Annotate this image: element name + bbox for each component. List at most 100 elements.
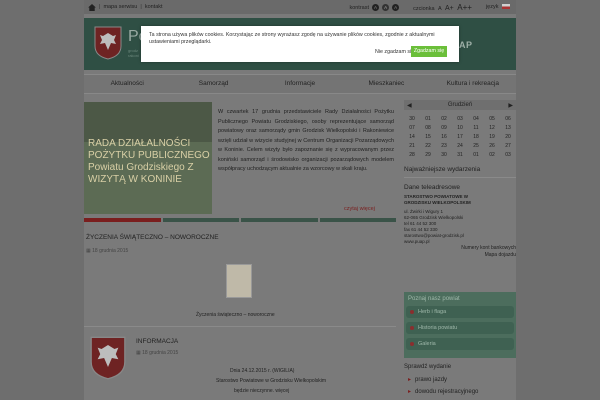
read-more-link[interactable]: czytaj więcej (344, 206, 375, 212)
calendar-day[interactable]: 08 (420, 125, 436, 131)
calendar-day[interactable]: 30 (436, 152, 452, 158)
check-item-registration[interactable]: dowodu rejestracyjnego (408, 388, 478, 395)
main-nav: Aktualności Samorząd Informacje Mieszkan… (84, 74, 516, 94)
calendar-day[interactable]: 23 (436, 143, 452, 149)
header-subtitle: grodz rakoni (128, 48, 139, 58)
calendar-grid: 30 01 02 03 04 05 06 07 08 09 10 11 12 13 14 15 16 17 18 19… (404, 116, 516, 158)
calendar-day[interactable]: 11 (468, 125, 484, 131)
directions-link[interactable]: Mapa dojazdu (404, 252, 516, 259)
calendar-day[interactable]: 15 (420, 134, 436, 140)
font-size-group: czcionka A A+ A++ (413, 2, 472, 12)
calendar-day[interactable]: 01 (420, 116, 436, 122)
calendar-day[interactable]: 25 (468, 143, 484, 149)
bank-accounts-link[interactable]: Numery kont bankowych (404, 245, 516, 252)
slide-caption: RADA DZIAŁALNOŚCI POŻYTKU PUBLICZNEGO Po… (88, 138, 210, 185)
nav-kultura[interactable]: Kultura i rekreacja (430, 75, 516, 93)
news-line[interactable]: będzie nieczynne. więcej (234, 388, 289, 394)
news-title[interactable]: ŻYCZENIA ŚWIĄTECZNO – NOWOROCZNE (84, 234, 219, 241)
font-large-button[interactable]: A++ (457, 3, 472, 12)
calendar-day[interactable]: 07 (404, 125, 420, 131)
latest-events-heading[interactable]: Najważniejsze wydarzenia (404, 166, 516, 173)
cookie-accept-button[interactable]: Zgadzam się (411, 46, 447, 57)
contact-link[interactable]: kontakt (145, 4, 163, 10)
calendar-day[interactable]: 14 (404, 134, 420, 140)
calendar-day[interactable]: 04 (468, 116, 484, 122)
calendar-day[interactable]: 20 (500, 134, 516, 140)
slide-image[interactable]: RADA DZIAŁALNOŚCI POŻYTKU PUBLICZNEGO Po… (84, 102, 212, 214)
contact-heading: Dane teleadresowe (404, 184, 461, 191)
slide-text: W czwartek 17 grudnia przedstawiciele Ra… (218, 109, 394, 172)
nav-aktualnosci[interactable]: Aktualności (84, 75, 170, 93)
calendar-day[interactable]: 12 (484, 125, 500, 131)
news-thumbnail[interactable] (226, 264, 252, 298)
news-line: Starostwo Powiatowe w Grodzisku Wielkopo… (216, 378, 327, 384)
calendar-day[interactable]: 02 (436, 116, 452, 122)
coat-of-arms-icon[interactable] (94, 26, 122, 60)
calendar-day[interactable]: 13 (500, 125, 516, 131)
know-item-history[interactable]: Historia powiatu (406, 322, 514, 334)
calendar-day[interactable]: 17 (452, 134, 468, 140)
home-icon[interactable] (88, 3, 96, 11)
calendar-day[interactable]: 03 (500, 152, 516, 158)
calendar-day[interactable]: 26 (484, 143, 500, 149)
coat-of-arms-icon[interactable] (88, 336, 128, 380)
calendar-day[interactable]: 06 (500, 116, 516, 122)
know-item-gallery[interactable]: Galeria (406, 338, 514, 350)
calendar-day[interactable]: 24 (452, 143, 468, 149)
accessibility-controls: kontrast A A A czcionka A A+ A++ język (349, 3, 510, 12)
news-date: ▦ 18 grudnia 2015 (86, 248, 129, 254)
nav-mieszkaniec[interactable]: Mieszkaniec (343, 75, 429, 93)
right-sidebar: ◀ Grudzień ▶ 30 01 02 03 04 05 06 07 08 09 10 11 12 1… (404, 100, 516, 395)
calendar-day[interactable]: 05 (484, 116, 500, 122)
cookie-message: Ta strona używa plików cookies. Korzysta… (149, 32, 435, 45)
know-county-box: Poznaj nasz powiat Herb i flaga Historia… (404, 292, 516, 358)
check-item-license[interactable]: prawo jazdy (408, 376, 447, 383)
cookie-decline-link[interactable]: Nie zgadzam się (375, 49, 414, 55)
slider-dot[interactable] (319, 218, 396, 222)
nav-samorzad[interactable]: Samorząd (170, 75, 256, 93)
divider (84, 326, 396, 327)
language-group: język (486, 4, 510, 10)
calendar-day[interactable]: 10 (452, 125, 468, 131)
slider-dot[interactable] (84, 218, 161, 222)
calendar-day[interactable]: 03 (452, 116, 468, 122)
news-slider: RADA DZIAŁALNOŚCI POŻYTKU PUBLICZNEGO Po… (84, 102, 396, 214)
calendar-day[interactable]: 19 (484, 134, 500, 140)
news-date: ▦ 18 grudnia 2015 (136, 350, 179, 356)
slider-dot[interactable] (241, 218, 318, 222)
cookie-consent-dialog: Ta strona używa plików cookies. Korzysta… (141, 26, 459, 62)
calendar-prev-button[interactable]: ◀ (407, 102, 412, 109)
calendar-day[interactable]: 21 (404, 143, 420, 149)
contrast-button-3[interactable]: A (392, 3, 400, 11)
calendar-day[interactable]: 28 (404, 152, 420, 158)
news-caption: Życzenia świąteczno – noworoczne (196, 312, 275, 318)
calendar-day[interactable]: 09 (436, 125, 452, 131)
calendar-day[interactable]: 16 (436, 134, 452, 140)
know-item-coat[interactable]: Herb i flaga (406, 306, 514, 318)
calendar-header: ◀ Grudzień ▶ (404, 100, 516, 110)
top-utility-bar: | mapa serwisu | kontakt kontrast A A A … (84, 0, 516, 14)
news-line: Dnia 24.12.2015 r. (WIGILIA) (230, 368, 295, 374)
calendar-day[interactable]: 31 (452, 152, 468, 158)
news-title[interactable]: INFORMACJA (134, 338, 178, 345)
font-medium-button[interactable]: A+ (445, 5, 454, 12)
contact-address: STAROSTWO POWIATOWE W GRODZISKU WIELKOPO… (404, 194, 471, 244)
slider-pagination (84, 218, 396, 222)
calendar-day[interactable]: 01 (468, 152, 484, 158)
calendar-day[interactable]: 29 (420, 152, 436, 158)
calendar-next-button[interactable]: ▶ (508, 102, 513, 109)
contrast-button-2[interactable]: A (382, 3, 390, 11)
calendar-month: Grudzień (447, 102, 473, 108)
slider-dot[interactable] (162, 218, 239, 222)
calendar-day[interactable]: 30 (404, 116, 420, 122)
calendar-day[interactable]: 27 (500, 143, 516, 149)
calendar-day[interactable]: 18 (468, 134, 484, 140)
nav-informacje[interactable]: Informacje (257, 75, 343, 93)
calendar-day[interactable]: 22 (420, 143, 436, 149)
polish-flag-icon[interactable] (502, 4, 510, 10)
sitemap-link[interactable]: mapa serwisu (103, 4, 137, 10)
font-small-button[interactable]: A (438, 6, 441, 12)
calendar-day[interactable]: 02 (484, 152, 500, 158)
contrast-button-1[interactable]: A (372, 3, 380, 11)
check-issue-heading: Sprawdź wydanie (404, 364, 452, 370)
